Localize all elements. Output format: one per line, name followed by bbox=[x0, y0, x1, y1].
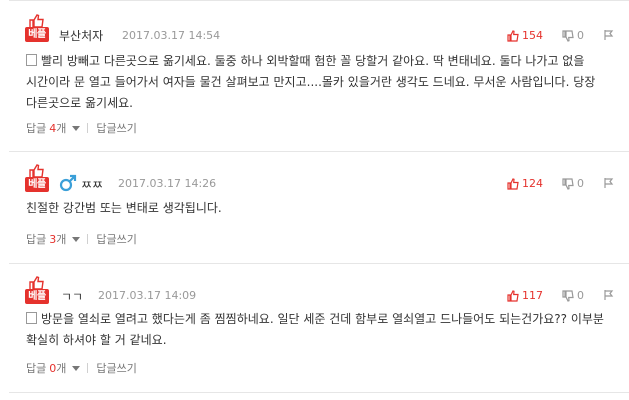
comment-footer: 답글 3 개 답글쓰기 bbox=[26, 231, 137, 247]
dislike-button[interactable]: 0 bbox=[562, 289, 584, 302]
male-icon bbox=[59, 174, 77, 192]
comment-item: 베플 부산처자 2017.03.17 14:54 154 0 빨리 방빼고 다른… bbox=[9, 0, 629, 151]
footer-divider bbox=[87, 123, 89, 133]
comment-item: 베플 ㅉㅉ 2017.03.17 14:26 124 0 친절한 강간범 또는 bbox=[9, 152, 629, 263]
thumbs-up-icon bbox=[29, 276, 44, 290]
best-label: 베플 bbox=[25, 177, 49, 192]
comment-author[interactable]: 부산처자 bbox=[59, 27, 103, 44]
best-label: 베플 bbox=[25, 289, 49, 304]
dislike-button[interactable]: 0 bbox=[562, 177, 584, 190]
like-count: 124 bbox=[522, 177, 543, 190]
flag-icon bbox=[604, 30, 614, 40]
chevron-down-icon[interactable] bbox=[72, 125, 81, 131]
comment-author[interactable]: ㅉㅉ bbox=[81, 176, 103, 193]
dislike-count: 0 bbox=[577, 29, 584, 42]
chevron-down-icon[interactable] bbox=[72, 236, 81, 242]
thumbs-up-icon bbox=[507, 177, 519, 190]
comment-body: 방문을 열쇠로 열려고 했다는게 좀 찜찜하네요. 일단 세준 건데 함부로 열… bbox=[26, 309, 626, 351]
comment-body: 빨리 방빼고 다른곳으로 옮기세요. 둘중 하나 외박할때 험한 꼴 당할거 같… bbox=[26, 51, 626, 114]
best-label: 베플 bbox=[25, 27, 49, 42]
reply-count[interactable]: 0 bbox=[49, 362, 56, 375]
comment-date: 2017.03.17 14:54 bbox=[122, 29, 221, 42]
best-comment-badge: 베플 bbox=[25, 164, 49, 192]
thumbs-down-icon bbox=[562, 177, 574, 190]
dislike-count: 0 bbox=[577, 289, 584, 302]
thumbs-up-icon bbox=[29, 164, 44, 178]
reply-count[interactable]: 4 bbox=[49, 122, 56, 135]
thumbs-up-icon bbox=[29, 14, 44, 28]
dislike-button[interactable]: 0 bbox=[562, 29, 584, 42]
document-icon bbox=[26, 312, 37, 324]
reply-toggle-label[interactable]: 답글 bbox=[26, 360, 46, 376]
like-count: 117 bbox=[522, 289, 543, 302]
dislike-count: 0 bbox=[577, 177, 584, 190]
thumbs-down-icon bbox=[562, 29, 574, 42]
best-comment-badge: 베플 bbox=[25, 276, 49, 304]
flag-icon bbox=[604, 178, 614, 188]
thumbs-up-icon bbox=[507, 289, 519, 302]
write-reply-button[interactable]: 답글쓰기 bbox=[96, 231, 136, 247]
best-comment-badge: 베플 bbox=[25, 14, 49, 42]
like-button[interactable]: 124 bbox=[507, 177, 543, 190]
comment-date: 2017.03.17 14:09 bbox=[98, 289, 197, 302]
write-reply-button[interactable]: 답글쓰기 bbox=[96, 120, 136, 136]
like-button[interactable]: 117 bbox=[507, 289, 543, 302]
comment-list: 베플 부산처자 2017.03.17 14:54 154 0 빨리 방빼고 다른… bbox=[0, 0, 629, 400]
thumbs-down-icon bbox=[562, 289, 574, 302]
reply-toggle-label[interactable]: 답글 bbox=[26, 120, 46, 136]
comment-text: 친절한 강간범 또는 변태로 생각됩니다. bbox=[26, 201, 222, 215]
reply-count[interactable]: 3 bbox=[49, 233, 56, 246]
like-count: 154 bbox=[522, 29, 543, 42]
footer-divider bbox=[87, 234, 89, 244]
comment-text: 방문을 열쇠로 열려고 했다는게 좀 찜찜하네요. 일단 세준 건데 함부로 열… bbox=[26, 312, 604, 347]
thumbs-up-icon bbox=[507, 29, 519, 42]
comment-divider bbox=[9, 392, 629, 393]
report-button[interactable] bbox=[603, 289, 615, 301]
comment-body: 친절한 강간범 또는 변태로 생각됩니다. bbox=[26, 198, 626, 219]
reply-unit: 개 bbox=[56, 233, 67, 246]
like-button[interactable]: 154 bbox=[507, 29, 543, 42]
write-reply-button[interactable]: 답글쓰기 bbox=[96, 360, 136, 376]
comment-date: 2017.03.17 14:26 bbox=[118, 177, 217, 190]
footer-divider bbox=[87, 363, 89, 373]
comment-item: 베플 ㄱㄱ 2017.03.17 14:09 117 0 방문을 열쇠로 열려고… bbox=[9, 264, 629, 392]
comment-footer: 답글 0 개 답글쓰기 bbox=[26, 360, 137, 376]
reply-unit: 개 bbox=[56, 362, 67, 375]
reply-unit: 개 bbox=[56, 122, 67, 135]
comment-author[interactable]: ㄱㄱ bbox=[61, 288, 83, 305]
report-button[interactable] bbox=[603, 29, 615, 41]
document-icon bbox=[26, 54, 37, 66]
comment-text: 빨리 방빼고 다른곳으로 옮기세요. 둘중 하나 외박할때 험한 꼴 당할거 같… bbox=[26, 54, 596, 110]
chevron-down-icon[interactable] bbox=[72, 365, 81, 371]
reply-toggle-label[interactable]: 답글 bbox=[26, 231, 46, 247]
flag-icon bbox=[604, 290, 614, 300]
report-button[interactable] bbox=[603, 177, 615, 189]
comment-footer: 답글 4 개 답글쓰기 bbox=[26, 120, 137, 136]
